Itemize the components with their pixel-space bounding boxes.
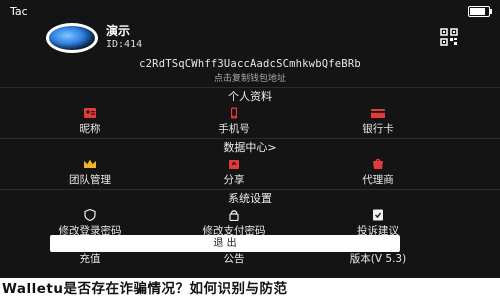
shield-icon <box>84 208 96 221</box>
recharge-label: 充值 <box>79 253 101 265</box>
profile-screen: Tac 演示 ID:414 c2RdTSqCWhff3UaccAadcSCmhk… <box>0 0 500 278</box>
feedback-icon <box>373 209 383 220</box>
divider <box>0 138 500 139</box>
agent-icon <box>373 158 383 169</box>
share-label: 分享 <box>223 173 245 186</box>
card-icon <box>371 108 385 118</box>
app-name: Tac <box>10 4 28 18</box>
battery-level <box>470 7 486 15</box>
article-title: Walletu是否存在诈骗情况？如何识别与防范 <box>2 281 288 297</box>
profile-card[interactable]: 演示 ID:414 <box>0 22 500 54</box>
share-icon <box>229 159 239 169</box>
crown-icon <box>84 159 96 168</box>
team-management-label: 团队管理 <box>69 173 111 186</box>
agent-label: 代理商 <box>362 173 394 186</box>
profile-id: ID:414 <box>106 39 143 50</box>
copy-address-hint[interactable]: 点击复制钱包地址 <box>0 71 500 84</box>
data-row: 团队管理 分享 代理商 <box>0 155 500 189</box>
phone-label: 手机号 <box>218 122 250 135</box>
version-label: 版本(V 5.3) <box>349 253 407 265</box>
notice-label: 公告 <box>223 253 245 265</box>
planet-avatar-icon <box>46 23 98 53</box>
divider <box>0 87 500 88</box>
section-data-title[interactable]: 数据中心> <box>0 141 500 155</box>
bank-card-label: 银行卡 <box>362 122 394 135</box>
wallet-address[interactable]: c2RdTSqCWhff3UaccAadcSCmhkwbQfeBRb <box>0 58 500 70</box>
logout-button[interactable]: 退 出 <box>50 235 400 252</box>
personal-row: 昵称 手机号 银行卡 <box>0 104 500 138</box>
status-icons <box>468 5 492 17</box>
phone-item[interactable]: 手机号 <box>174 104 294 138</box>
section-personal-title: 个人资料 <box>228 90 272 103</box>
battery-icon <box>468 5 492 17</box>
agent-item[interactable]: 代理商 <box>318 155 438 189</box>
divider <box>0 189 500 190</box>
status-bar: Tac <box>0 0 500 22</box>
profile-name: 演示 <box>106 24 131 38</box>
phone-icon <box>231 107 237 118</box>
lock-icon <box>229 209 239 221</box>
section-settings-title: 系统设置 <box>228 192 272 205</box>
nickname-item[interactable]: 昵称 <box>30 104 150 138</box>
bank-card-item[interactable]: 银行卡 <box>318 104 438 138</box>
id-card-icon <box>84 107 96 118</box>
team-management-item[interactable]: 团队管理 <box>30 155 150 189</box>
nickname-label: 昵称 <box>79 122 101 135</box>
qr-code-icon[interactable] <box>440 28 458 46</box>
share-item[interactable]: 分享 <box>174 155 294 189</box>
